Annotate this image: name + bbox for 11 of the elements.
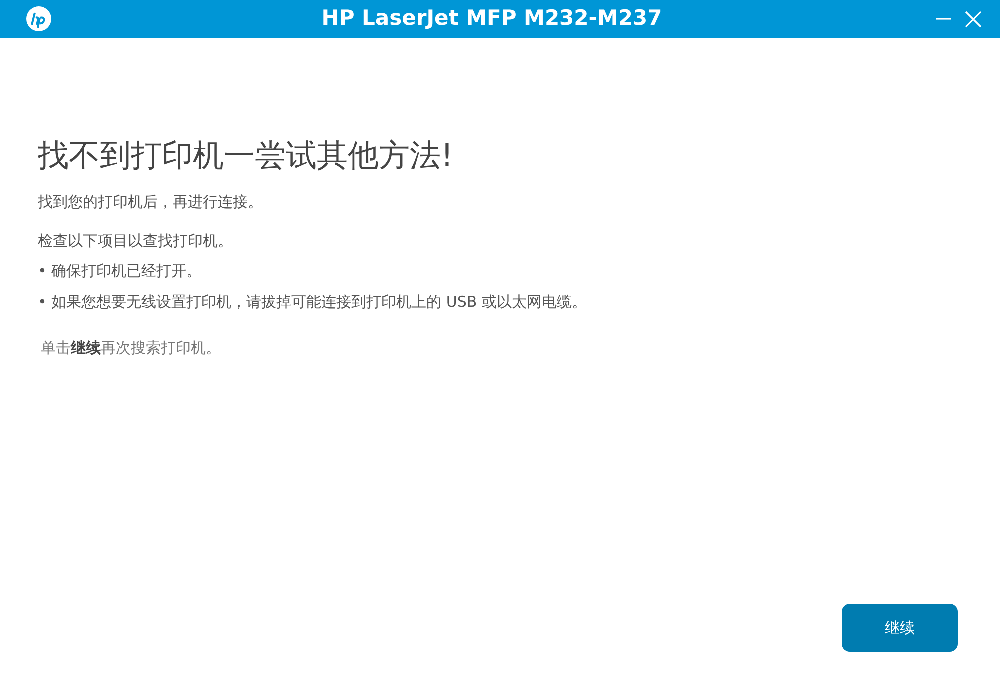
close-icon <box>964 10 982 28</box>
logo-icon <box>26 6 52 32</box>
intro-text: 找到您的打印机后，再进行连接。 <box>38 192 264 214</box>
check-item: • 如果您想要无线设置打印机，请拔掉可能连接到打印机上的 USB 或以太网电缆。 <box>38 292 588 313</box>
heading: 找不到打印机一尝试其他方法! <box>38 138 454 176</box>
hint-text: 单击继续再次搜索打印机。 <box>40 338 222 360</box>
continue-button[interactable]: 继续 <box>842 604 958 652</box>
minimize-icon <box>936 18 950 20</box>
check-intro-text: 检查以下项目以查找打印机。 <box>38 230 234 252</box>
check-item: • 确保打印机已经打开。 <box>38 261 203 282</box>
window-title: HP LaserJet MFP M232-M237 <box>322 5 662 32</box>
